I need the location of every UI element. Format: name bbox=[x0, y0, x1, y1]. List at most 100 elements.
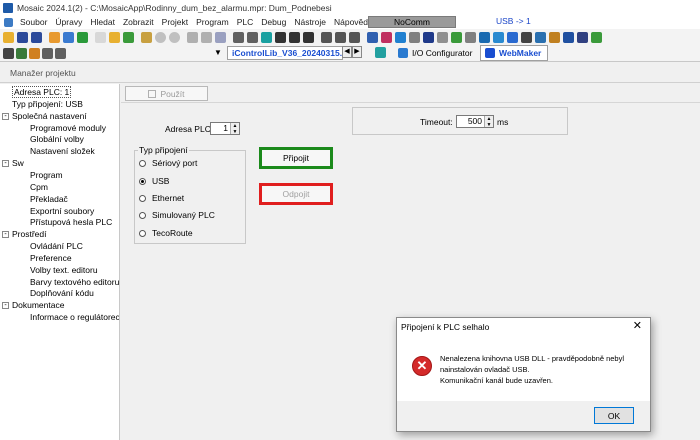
save-icon[interactable] bbox=[17, 31, 28, 43]
open-folder-icon[interactable] bbox=[3, 31, 14, 43]
menu-soubor[interactable]: Soubor bbox=[16, 15, 51, 29]
dialog-close-icon[interactable]: ✕ bbox=[633, 320, 642, 333]
menu-plc[interactable]: PLC bbox=[233, 15, 258, 29]
grid-icon[interactable] bbox=[465, 31, 476, 43]
tree-item[interactable]: Ovládání PLC bbox=[30, 241, 83, 252]
stop-icon[interactable] bbox=[169, 31, 180, 43]
tree-item[interactable]: Společná nastavení bbox=[12, 111, 87, 122]
step-over-icon[interactable] bbox=[247, 31, 258, 43]
run-icon[interactable] bbox=[155, 31, 166, 43]
tree-expander-icon[interactable]: - bbox=[2, 160, 9, 168]
ladder-tab-icon[interactable] bbox=[375, 47, 386, 58]
tab-dropdown-arrow-icon[interactable]: ▼ bbox=[214, 48, 222, 57]
puzzle-icon[interactable] bbox=[549, 31, 560, 43]
panel1-icon[interactable] bbox=[275, 31, 286, 43]
tab-io-configurator[interactable]: I/O Configurator bbox=[398, 46, 472, 60]
tree-item[interactable]: Cpm bbox=[30, 182, 48, 193]
lock-icon[interactable] bbox=[187, 31, 198, 43]
menu-app-icon[interactable] bbox=[4, 17, 13, 27]
connection-option[interactable]: Simulovaný PLC bbox=[139, 210, 215, 220]
tree-icon[interactable] bbox=[535, 31, 546, 43]
gear-small-icon[interactable] bbox=[29, 48, 40, 59]
arrow-icon[interactable] bbox=[409, 31, 420, 43]
plc-address-spin-arrows-icon[interactable]: ▲ ▼ bbox=[230, 123, 239, 135]
menu-program[interactable]: Program bbox=[192, 15, 233, 29]
menu-upravy[interactable]: Úpravy bbox=[51, 15, 86, 29]
ok-button[interactable]: OK bbox=[594, 407, 634, 424]
timeout-spin-arrows-icon[interactable]: ▲ ▼ bbox=[484, 116, 493, 128]
gear-blue-icon[interactable] bbox=[63, 31, 74, 43]
tree-expander-icon[interactable]: - bbox=[2, 302, 9, 310]
image-icon[interactable] bbox=[493, 31, 504, 43]
radio-button-icon[interactable] bbox=[139, 177, 146, 185]
connection-option[interactable]: Ethernet bbox=[139, 193, 184, 203]
network-icon[interactable] bbox=[479, 31, 490, 43]
gear-icon[interactable] bbox=[49, 31, 60, 43]
save-all-icon[interactable] bbox=[31, 31, 42, 43]
panel3-icon[interactable] bbox=[303, 31, 314, 43]
menu-zobrazit[interactable]: Zobrazit bbox=[119, 15, 158, 29]
window3-icon[interactable] bbox=[349, 31, 360, 43]
user-icon[interactable] bbox=[577, 31, 588, 43]
paste-icon[interactable] bbox=[16, 48, 27, 59]
tree-item[interactable]: Barvy textového editoru bbox=[30, 277, 119, 288]
menu-projekt[interactable]: Projekt bbox=[158, 15, 192, 29]
radio-button-icon[interactable] bbox=[139, 194, 146, 202]
tree-item[interactable]: Programové moduly bbox=[30, 123, 106, 134]
radio-button-icon[interactable] bbox=[139, 229, 146, 237]
window-icon[interactable] bbox=[321, 31, 332, 43]
tree-item[interactable]: Preference bbox=[30, 253, 72, 264]
tree-item[interactable]: Nastavení složek bbox=[30, 146, 95, 157]
tree-item[interactable]: Dokumentace bbox=[12, 300, 64, 311]
disk-icon[interactable] bbox=[423, 31, 434, 43]
tab-document[interactable]: iControlLib_V36_20240315.ml bbox=[227, 46, 343, 60]
tree-item[interactable]: Volby text. editoru bbox=[30, 265, 98, 276]
tree-item[interactable]: Globální volby bbox=[30, 134, 84, 145]
leaf-icon[interactable] bbox=[591, 31, 602, 43]
panel2-icon[interactable] bbox=[289, 31, 300, 43]
bars-icon[interactable] bbox=[507, 31, 518, 43]
step-icon[interactable] bbox=[233, 31, 244, 43]
plc-address-spinner[interactable]: 1 ▲ ▼ bbox=[210, 122, 240, 135]
new-file-icon[interactable] bbox=[95, 31, 106, 43]
binary-icon[interactable] bbox=[42, 48, 53, 59]
monitor-icon[interactable] bbox=[381, 31, 392, 43]
calc-icon[interactable] bbox=[55, 48, 66, 59]
apply-button[interactable]: Použít bbox=[125, 86, 208, 101]
menu-nastroje[interactable]: Nástroje bbox=[290, 15, 330, 29]
chart-icon[interactable] bbox=[437, 31, 448, 43]
disconnect-button[interactable]: Odpojit bbox=[259, 183, 333, 205]
chip-icon[interactable] bbox=[563, 31, 574, 43]
debug-icon[interactable] bbox=[367, 31, 378, 43]
table-icon[interactable] bbox=[451, 31, 462, 43]
menu-hledat[interactable]: Hledat bbox=[86, 15, 119, 29]
folder-yellow-icon[interactable] bbox=[109, 31, 120, 43]
tree-item[interactable]: Program bbox=[30, 170, 63, 181]
menu-debug[interactable]: Debug bbox=[257, 15, 290, 29]
tree-item[interactable]: Doplňování kódu bbox=[30, 288, 94, 299]
tree-item[interactable]: Prostředí bbox=[12, 229, 47, 240]
tab-webmaker[interactable]: WebMaker bbox=[480, 45, 549, 61]
tab-scroll-left-icon[interactable]: ◀ bbox=[342, 46, 352, 58]
connection-option[interactable]: USB bbox=[139, 176, 169, 186]
radio-button-icon[interactable] bbox=[139, 159, 146, 167]
folder-green-icon[interactable] bbox=[123, 31, 134, 43]
timeout-spinner[interactable]: 500 ▲ ▼ bbox=[456, 115, 494, 128]
tree-item[interactable]: Exportní soubory bbox=[30, 206, 94, 217]
tree-expander-icon[interactable]: - bbox=[2, 112, 9, 120]
tree-item[interactable]: Přístupová hesla PLC bbox=[30, 217, 112, 228]
globe-icon[interactable] bbox=[395, 31, 406, 43]
tab-scroll-right-icon[interactable]: ▶ bbox=[352, 46, 362, 58]
tree-item[interactable]: Sw bbox=[12, 158, 24, 169]
connect-button[interactable]: Připojit bbox=[259, 147, 333, 169]
tree-item[interactable]: Překladač bbox=[30, 194, 68, 205]
gear-green-icon[interactable] bbox=[77, 31, 88, 43]
radio-button-icon[interactable] bbox=[139, 211, 146, 219]
tree-item[interactable]: Typ připojení: USB bbox=[12, 99, 83, 110]
pencil-icon[interactable] bbox=[215, 31, 226, 43]
connection-option[interactable]: TecoRoute bbox=[139, 228, 193, 238]
ladder-icon[interactable] bbox=[261, 31, 272, 43]
unlock-icon[interactable] bbox=[201, 31, 212, 43]
copy-icon[interactable] bbox=[3, 48, 14, 59]
tree-item[interactable]: Adresa PLC: 1 bbox=[12, 86, 72, 98]
